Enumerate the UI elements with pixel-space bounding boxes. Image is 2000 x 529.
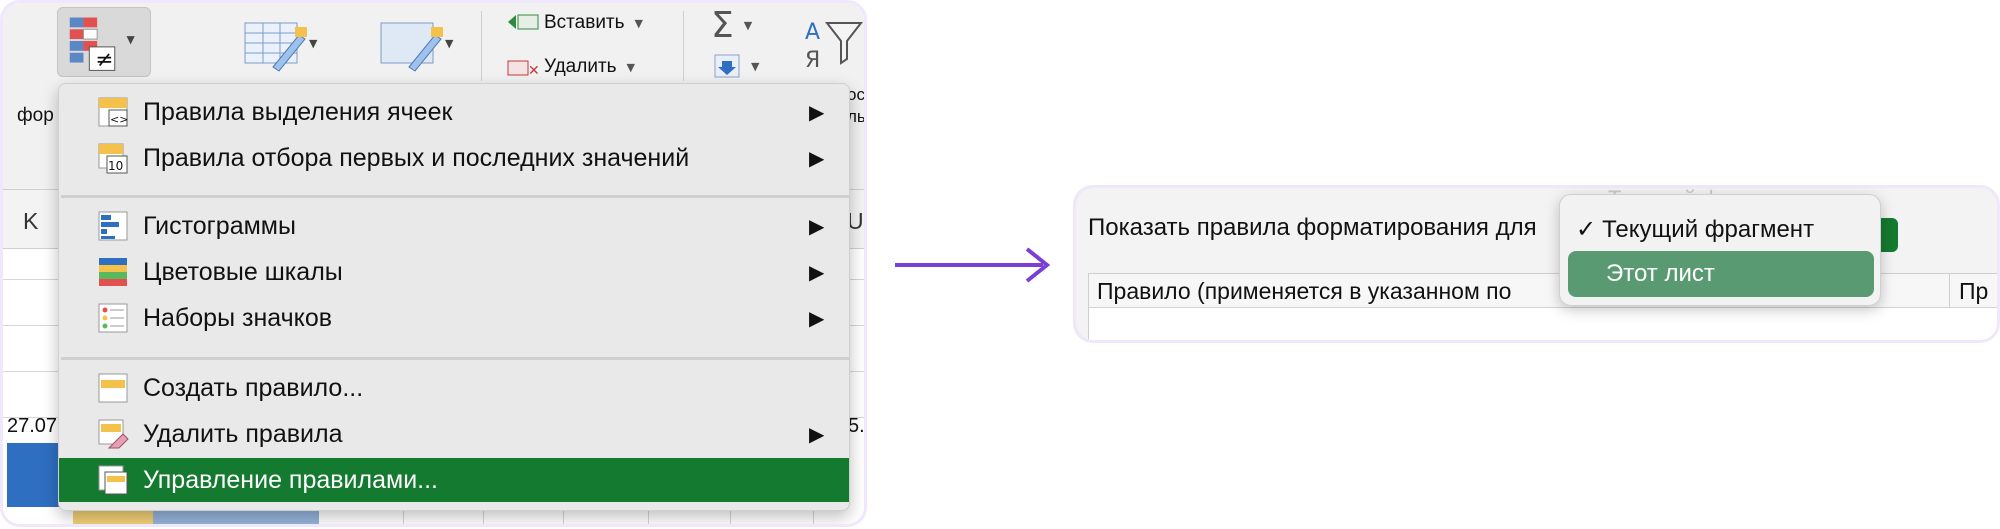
column-divider[interactable] bbox=[1949, 274, 1950, 308]
delete-cells-icon: ✕ bbox=[507, 60, 540, 79]
submenu-arrow-icon: ▶ bbox=[809, 214, 825, 238]
insert-label: Вставить bbox=[544, 12, 625, 33]
right-arrow-icon bbox=[895, 247, 1051, 283]
column-header-k[interactable]: K bbox=[23, 208, 38, 235]
submenu-arrow-icon: ▶ bbox=[809, 422, 825, 446]
scope-dropdown-popup: ✓ Текущий фрагмент Этот лист bbox=[1559, 194, 1881, 306]
autosum-button[interactable]: Σ ▼ bbox=[711, 5, 752, 46]
conditional-formatting-button[interactable]: ≠ ▼ bbox=[57, 7, 151, 77]
checkmark-icon: ✓ bbox=[1576, 215, 1597, 243]
menu-separator bbox=[61, 195, 849, 198]
svg-text:▼: ▼ bbox=[309, 37, 318, 50]
submenu-arrow-icon: ▶ bbox=[809, 100, 825, 124]
format-as-table-button[interactable]: ▼ bbox=[243, 17, 323, 73]
cell-styles-brush-icon: ▼ bbox=[380, 22, 454, 72]
menu-item-label: Создать правило... bbox=[143, 373, 364, 402]
submenu-arrow-icon: ▶ bbox=[809, 306, 825, 330]
rule-column-header[interactable]: Правило (применяется в указанном по bbox=[1097, 278, 1511, 305]
svg-text:▼: ▼ bbox=[127, 33, 136, 46]
grid-line bbox=[848, 279, 864, 280]
menu-item-label: Наборы значков bbox=[143, 303, 333, 332]
sort-filter-button[interactable]: A Я bbox=[803, 17, 864, 77]
fill-button[interactable]: ▼ bbox=[713, 53, 759, 79]
menu-item-label: Правила выделения ячеек bbox=[143, 97, 453, 126]
sort-filter-icon: A Я bbox=[805, 20, 864, 73]
excel-window-crop: ≠ ▼ ▼ ▼ Вставить ▼ ✕ Удалить ▼ Σ ▼ ▼ A Я… bbox=[0, 0, 867, 527]
blue-light-cell-fill bbox=[153, 509, 319, 524]
data-bars-icon bbox=[98, 211, 128, 241]
conditional-formatting-menu: <> Правила выделения ячеек ▶ 10 Правила … bbox=[58, 83, 850, 511]
delete-button[interactable]: ✕ Удалить ▼ bbox=[506, 53, 635, 81]
option-current-fragment-label: Текущий фрагмент bbox=[1602, 216, 1815, 243]
blue-cell-fill bbox=[7, 443, 59, 507]
autosum-caret-icon: ▼ bbox=[743, 19, 753, 32]
svg-text:≠: ≠ bbox=[95, 47, 113, 72]
grid-line bbox=[3, 371, 63, 372]
icon-sets-icon bbox=[98, 303, 128, 333]
yellow-cell-fill bbox=[73, 509, 153, 524]
submenu-arrow-icon: ▶ bbox=[809, 146, 825, 170]
applies-to-column-header[interactable]: Пр bbox=[1959, 278, 1988, 305]
sigma-icon: Σ bbox=[711, 5, 734, 46]
svg-text:A: A bbox=[805, 20, 820, 45]
menu-item-manage-rules[interactable]: Управление правилами... bbox=[59, 458, 849, 502]
menu-item-label: Правила отбора первых и последних значен… bbox=[143, 143, 690, 172]
menu-item-label: Гистограммы bbox=[143, 211, 296, 240]
insert-caret-icon: ▼ bbox=[634, 16, 644, 30]
insert-button[interactable]: Вставить ▼ bbox=[506, 9, 643, 37]
format-table-brush-icon: ▼ bbox=[244, 22, 318, 72]
grid-line bbox=[3, 325, 63, 326]
option-current-fragment[interactable]: ✓ Текущий фрагмент bbox=[1576, 215, 1814, 244]
grid-line bbox=[3, 279, 63, 280]
fill-down-icon bbox=[714, 54, 740, 78]
menu-item-clear-rules[interactable]: Удалить правила ▶ bbox=[59, 412, 849, 456]
highlight-rules-icon: <> bbox=[98, 97, 128, 127]
clear-rules-icon bbox=[98, 419, 129, 449]
fill-caret-icon: ▼ bbox=[751, 59, 760, 73]
svg-text:✕: ✕ bbox=[528, 63, 540, 79]
ribbon-divider bbox=[683, 11, 684, 81]
cell-styles-button[interactable]: ▼ bbox=[379, 17, 459, 73]
new-rule-icon bbox=[98, 373, 128, 403]
color-scales-icon bbox=[99, 258, 127, 286]
svg-text:Я: Я bbox=[805, 48, 820, 73]
svg-text:10: 10 bbox=[108, 159, 123, 173]
menu-item-label: Удалить правила bbox=[143, 419, 343, 448]
option-this-sheet-label: Этот лист bbox=[1606, 260, 1715, 287]
submenu-arrow-icon: ▶ bbox=[809, 260, 825, 284]
cell-value-right[interactable]: 5.1 bbox=[848, 415, 864, 438]
menu-item-data-bars[interactable]: Гистограммы ▶ bbox=[59, 204, 849, 248]
menu-item-label: Цветовые шкалы bbox=[143, 257, 343, 286]
menu-item-label: Управление правилами... bbox=[143, 465, 438, 494]
show-rules-for-label: Показать правила форматирования для bbox=[1088, 214, 1537, 241]
delete-label: Удалить bbox=[544, 56, 617, 77]
manage-rules-icon bbox=[98, 465, 128, 495]
conditional-formatting-icon: ≠ ▼ bbox=[69, 17, 136, 72]
menu-separator bbox=[61, 357, 849, 360]
menu-item-top-bottom-rules[interactable]: 10 Правила отбора первых и последних зна… bbox=[59, 136, 849, 180]
menu-item-highlight-rules[interactable]: <> Правила выделения ячеек ▶ bbox=[59, 90, 849, 134]
cell-value-left[interactable]: 27.07 bbox=[7, 415, 57, 438]
svg-text:<>: <> bbox=[110, 113, 128, 126]
menu-item-new-rule[interactable]: Создать правило... bbox=[59, 366, 849, 410]
ribbon-divider bbox=[481, 11, 482, 81]
option-this-sheet[interactable]: Этот лист bbox=[1568, 251, 1874, 297]
format-partial-label: фор bbox=[17, 105, 54, 126]
insert-cells-icon bbox=[508, 14, 539, 30]
menu-item-color-scales[interactable]: Цветовые шкалы ▶ bbox=[59, 250, 849, 294]
top-bottom-rules-icon: 10 bbox=[98, 143, 128, 174]
grid-line bbox=[848, 325, 864, 326]
menu-item-icon-sets[interactable]: Наборы значков ▶ bbox=[59, 296, 849, 340]
delete-caret-icon: ▼ bbox=[626, 60, 636, 74]
grid-line bbox=[848, 371, 864, 372]
svg-text:▼: ▼ bbox=[445, 37, 454, 50]
